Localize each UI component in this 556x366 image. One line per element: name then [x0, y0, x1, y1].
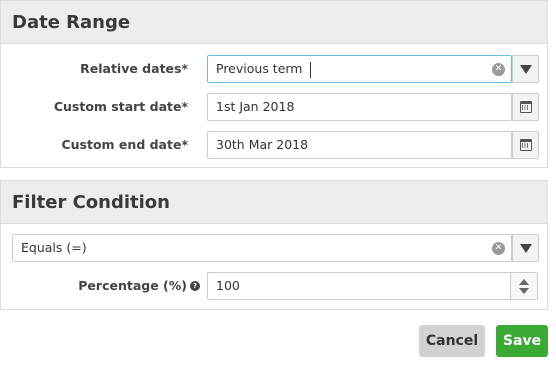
stepper-down-icon[interactable]	[519, 287, 529, 294]
custom-start-label: Custom start date*	[53, 99, 188, 114]
chevron-down-icon	[519, 243, 532, 253]
clear-icon[interactable]: ✕	[492, 63, 505, 76]
custom-start-value: 1st Jan 2018	[216, 99, 295, 114]
text-caret	[309, 61, 311, 78]
date-range-header: Date Range	[1, 1, 547, 44]
percentage-label: Percentage (%)	[78, 278, 187, 293]
percentage-value: 100	[216, 278, 240, 293]
filter-condition-header: Filter Condition	[1, 181, 547, 224]
clear-icon[interactable]: ✕	[492, 242, 505, 255]
calendar-icon	[519, 101, 532, 113]
filter-condition-panel: Filter Condition Equals (=) ✕ Percentage…	[0, 180, 548, 310]
relative-dates-select[interactable]: Previous term ✕	[207, 55, 512, 83]
custom-end-label: Custom end date*	[61, 137, 188, 152]
cancel-button[interactable]: Cancel	[419, 325, 485, 357]
custom-end-input[interactable]: 30th Mar 2018	[207, 131, 512, 159]
custom-start-input[interactable]: 1st Jan 2018	[207, 93, 512, 121]
condition-value: Equals (=)	[21, 240, 87, 255]
condition-dropdown-button[interactable]	[512, 234, 539, 262]
relative-dates-value-wrap: Previous term	[216, 56, 311, 82]
stepper-up-icon[interactable]	[519, 278, 529, 285]
chevron-down-icon	[519, 64, 532, 74]
percentage-label-wrap: Percentage (%)?	[78, 272, 200, 300]
condition-select[interactable]: Equals (=) ✕	[12, 234, 512, 262]
relative-dates-dropdown-button[interactable]	[512, 55, 539, 83]
condition-row: Equals (=) ✕	[1, 234, 549, 262]
save-button[interactable]: Save	[496, 325, 548, 357]
percentage-row: Percentage (%)? 100	[1, 272, 549, 300]
custom-end-row: Custom end date* 30th Mar 2018	[1, 131, 549, 159]
date-range-panel: Date Range Relative dates* Previous term…	[0, 0, 548, 168]
relative-dates-row: Relative dates* Previous term ✕	[1, 55, 549, 83]
custom-start-calendar-button[interactable]	[512, 93, 539, 121]
custom-end-calendar-button[interactable]	[512, 131, 539, 159]
stepper-icon[interactable]	[510, 273, 537, 299]
filter-condition-title: Filter Condition	[12, 191, 170, 213]
custom-start-row: Custom start date* 1st Jan 2018	[1, 93, 549, 121]
percentage-input[interactable]: 100	[207, 272, 538, 300]
relative-dates-label: Relative dates*	[80, 61, 188, 76]
calendar-icon	[519, 139, 532, 151]
date-range-title: Date Range	[12, 11, 131, 33]
custom-end-value: 30th Mar 2018	[216, 137, 309, 152]
help-icon[interactable]: ?	[190, 280, 200, 291]
relative-dates-value: Previous term	[216, 61, 303, 76]
